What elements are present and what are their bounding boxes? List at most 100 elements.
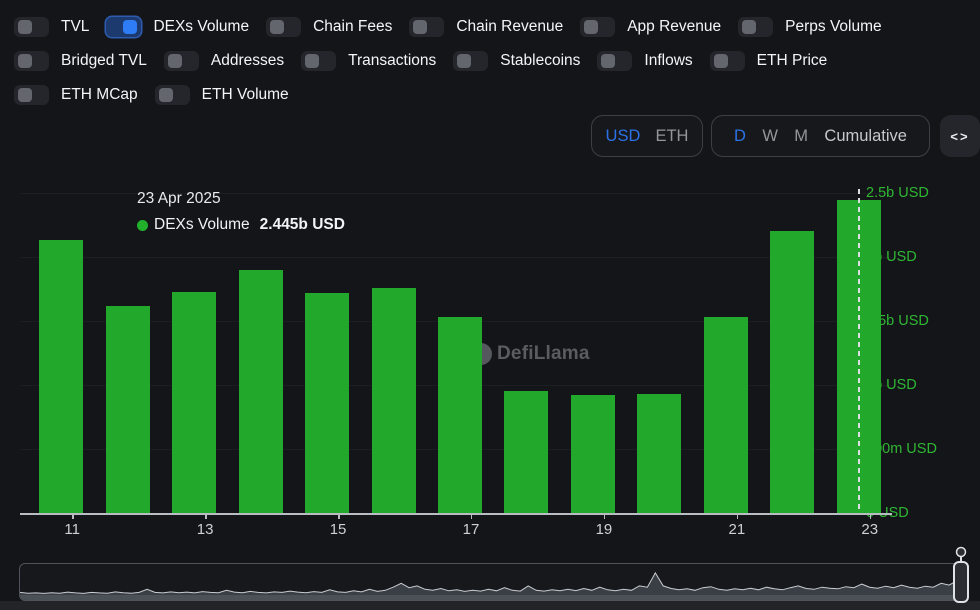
metric-toggle-dexs-volume: DEXs Volume bbox=[106, 17, 249, 37]
toggle-label-eth-mcap: ETH MCap bbox=[61, 86, 138, 104]
volume-bar-apr-21[interactable] bbox=[704, 317, 748, 513]
option-w[interactable]: W bbox=[756, 127, 784, 146]
toggle-knob bbox=[18, 54, 32, 68]
toggle-label-chain-revenue: Chain Revenue bbox=[456, 18, 563, 36]
y-axis-label-2-5b-usd: 2.5b USD bbox=[866, 185, 929, 201]
toggle-switch-transactions[interactable] bbox=[301, 51, 336, 71]
x-axis-tick bbox=[205, 514, 207, 519]
toggle-switch-dexs-volume[interactable] bbox=[106, 17, 141, 37]
volume-bar-apr-16[interactable] bbox=[372, 288, 416, 513]
volume-bar-apr-17[interactable] bbox=[438, 317, 482, 513]
metric-toggle-bridged-tvl: Bridged TVL bbox=[14, 51, 147, 71]
toggle-knob bbox=[159, 88, 173, 102]
chart-tooltip: 23 Apr 2025 DEXs Volume 2.445b USD bbox=[137, 190, 345, 234]
toggle-knob bbox=[168, 54, 182, 68]
tooltip-date: 23 Apr 2025 bbox=[137, 190, 345, 208]
toggle-switch-inflows[interactable] bbox=[597, 51, 632, 71]
toggle-label-eth-price: ETH Price bbox=[757, 52, 828, 70]
toggle-switch-tvl[interactable] bbox=[14, 17, 49, 37]
x-axis-label-19: 19 bbox=[596, 521, 613, 538]
toggle-label-dexs-volume: DEXs Volume bbox=[153, 18, 249, 36]
toggle-knob bbox=[413, 20, 427, 34]
metric-toggle-tvl: TVL bbox=[14, 17, 89, 37]
toggle-label-chain-fees: Chain Fees bbox=[313, 18, 392, 36]
volume-bar-apr-19[interactable] bbox=[571, 395, 615, 513]
crosshair-line bbox=[858, 189, 860, 513]
chart-controls: USDETH DWMCumulative <> bbox=[0, 115, 980, 157]
toggle-label-inflows: Inflows bbox=[644, 52, 692, 70]
toggle-switch-eth-price[interactable] bbox=[710, 51, 745, 71]
x-axis-tick bbox=[471, 514, 473, 519]
x-axis-tick bbox=[870, 514, 872, 519]
toggle-switch-eth-mcap[interactable] bbox=[14, 85, 49, 105]
series-dot-icon bbox=[137, 220, 148, 231]
x-axis-tick bbox=[338, 514, 340, 519]
metric-toggle-app-revenue: App Revenue bbox=[580, 17, 721, 37]
volume-bar-apr-22[interactable] bbox=[770, 231, 814, 513]
toggle-switch-bridged-tvl[interactable] bbox=[14, 51, 49, 71]
metric-toggle-inflows: Inflows bbox=[597, 51, 692, 71]
toggle-label-stablecoins: Stablecoins bbox=[500, 52, 580, 70]
toggle-label-addresses: Addresses bbox=[211, 52, 284, 70]
toggle-switch-perps-volume[interactable] bbox=[738, 17, 773, 37]
volume-bar-apr-18[interactable] bbox=[504, 391, 548, 513]
option-usd[interactable]: USD bbox=[600, 127, 647, 146]
volume-bar-apr-13[interactable] bbox=[172, 292, 216, 513]
toggle-switch-chain-revenue[interactable] bbox=[409, 17, 444, 37]
toggle-label-bridged-tvl: Bridged TVL bbox=[61, 52, 147, 70]
embed-code-button[interactable]: <> bbox=[940, 115, 980, 157]
toggle-knob bbox=[18, 88, 32, 102]
gridline bbox=[20, 257, 892, 258]
toggle-switch-stablecoins[interactable] bbox=[453, 51, 488, 71]
volume-bar-apr-20[interactable] bbox=[637, 394, 681, 513]
toggle-switch-chain-fees[interactable] bbox=[266, 17, 301, 37]
volume-bar-apr-14[interactable] bbox=[239, 270, 283, 513]
toggle-switch-addresses[interactable] bbox=[164, 51, 199, 71]
toggle-knob bbox=[601, 54, 615, 68]
x-axis-tick bbox=[72, 514, 74, 519]
toggle-switch-eth-volume[interactable] bbox=[155, 85, 190, 105]
option-eth[interactable]: ETH bbox=[649, 127, 694, 146]
metric-toggle-perps-volume: Perps Volume bbox=[738, 17, 882, 37]
x-axis-label-21: 21 bbox=[728, 521, 745, 538]
metric-toggle-eth-volume: ETH Volume bbox=[155, 85, 289, 105]
metric-toggle-addresses: Addresses bbox=[164, 51, 284, 71]
metric-toggle-stablecoins: Stablecoins bbox=[453, 51, 580, 71]
toggle-knob bbox=[305, 54, 319, 68]
metric-toggles: TVL DEXs Volume Chain Fees Chain Revenue App… bbox=[14, 15, 899, 117]
metric-toggle-eth-mcap: ETH MCap bbox=[14, 85, 138, 105]
toggle-label-eth-volume: ETH Volume bbox=[202, 86, 289, 104]
toggle-label-app-revenue: App Revenue bbox=[627, 18, 721, 36]
toggle-switch-app-revenue[interactable] bbox=[580, 17, 615, 37]
navigator-axis-band bbox=[20, 595, 966, 600]
metric-toggle-eth-price: ETH Price bbox=[710, 51, 828, 71]
toggle-knob bbox=[584, 20, 598, 34]
option-d[interactable]: D bbox=[728, 127, 752, 146]
toggle-knob bbox=[123, 20, 137, 34]
x-axis-label-17: 17 bbox=[463, 521, 480, 538]
dexs-volume-chart-panel: TVL DEXs Volume Chain Fees Chain Revenue App… bbox=[0, 0, 980, 610]
defillama-watermark: DefiLlama bbox=[470, 343, 590, 365]
option-m[interactable]: M bbox=[788, 127, 814, 146]
x-axis-label-23: 23 bbox=[861, 521, 878, 538]
metric-toggle-transactions: Transactions bbox=[301, 51, 436, 71]
x-axis-line bbox=[20, 513, 892, 515]
currency-selector: USDETH bbox=[591, 115, 703, 157]
option-cumulative[interactable]: Cumulative bbox=[818, 127, 913, 146]
volume-bar-apr-12[interactable] bbox=[106, 306, 150, 513]
volume-bar-apr-11[interactable] bbox=[39, 240, 83, 513]
x-axis-label-11: 11 bbox=[64, 521, 80, 538]
range-navigator[interactable] bbox=[19, 563, 967, 601]
toggle-label-tvl: TVL bbox=[61, 18, 89, 36]
toggle-knob bbox=[18, 20, 32, 34]
toggle-knob bbox=[457, 54, 471, 68]
volume-bar-apr-15[interactable] bbox=[305, 293, 349, 513]
x-axis-tick bbox=[604, 514, 606, 519]
x-axis-label-13: 13 bbox=[197, 521, 214, 538]
navigator-right-handle-icon[interactable] bbox=[950, 546, 972, 604]
toggle-label-transactions: Transactions bbox=[348, 52, 436, 70]
x-axis-tick bbox=[737, 514, 739, 519]
metric-toggle-chain-revenue: Chain Revenue bbox=[409, 17, 563, 37]
horizontal-scrollbar-track[interactable] bbox=[0, 601, 980, 610]
metric-toggle-chain-fees: Chain Fees bbox=[266, 17, 392, 37]
